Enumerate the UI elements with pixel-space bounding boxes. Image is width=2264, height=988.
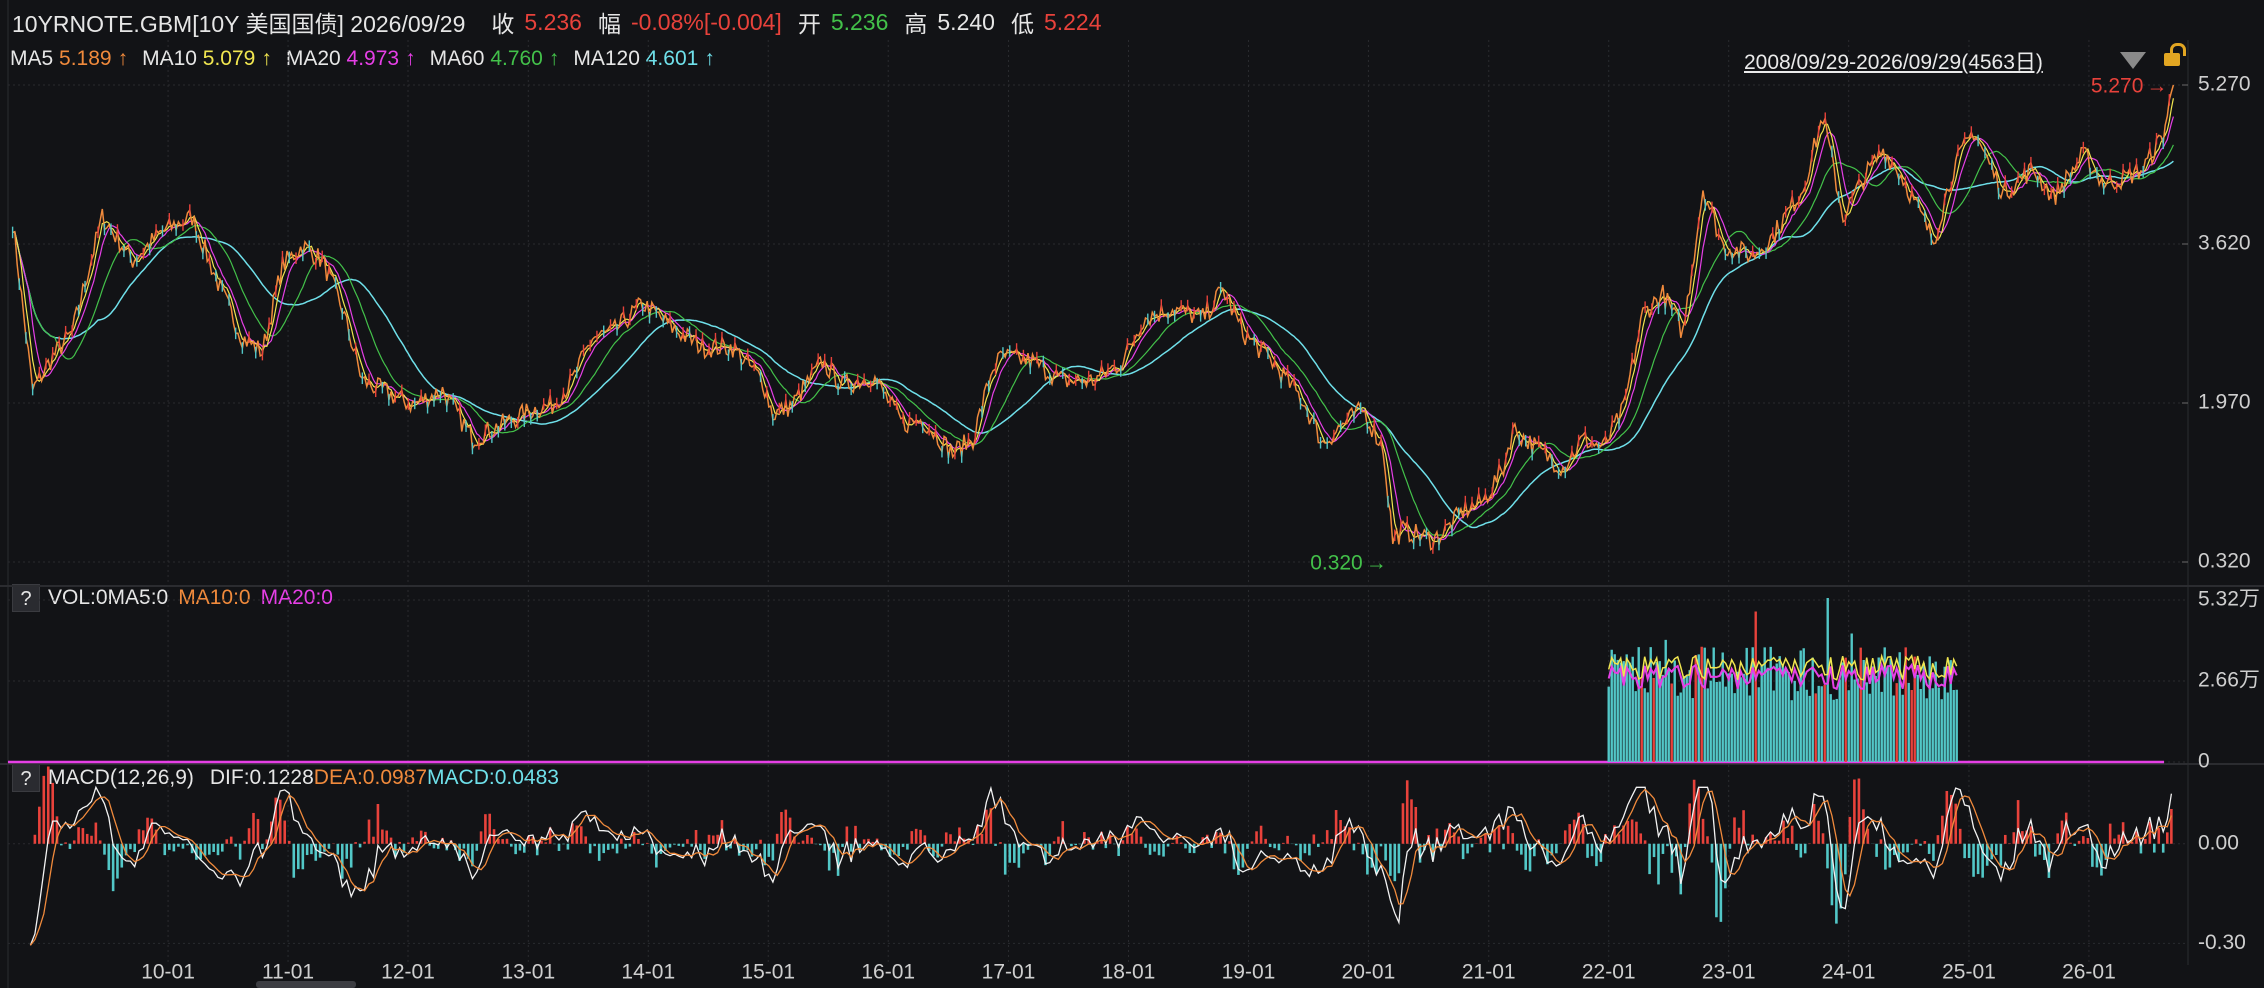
ma-value: 4.601 <box>645 47 699 70</box>
chevron-down-icon[interactable] <box>2120 52 2146 69</box>
ma-value: 4.760 <box>490 47 543 70</box>
high-value: 5.240 <box>937 8 995 35</box>
axes: 10-01 11-01 12-01 13-01 14-01 15-01 16-01 17-01… <box>141 73 2260 984</box>
vol-help-button[interactable]: ? <box>12 584 40 612</box>
date-range-selector[interactable]: 2008/09/29-2026/09/29(4563日) <box>1744 46 2043 76</box>
ma-legend-item: MA10 5.079 ↑ <box>142 47 272 71</box>
ma60-line <box>12 144 2174 537</box>
ma-arrow-icon: ↑ <box>117 47 129 70</box>
ma-value: 4.973 <box>346 47 400 70</box>
open-value: 5.236 <box>830 8 889 35</box>
x-tick-label: 17-01 <box>982 961 1036 984</box>
vol-tick-label: 2.66万 <box>2198 669 2260 692</box>
macd-tick-label: -0.30 <box>2198 931 2246 954</box>
grid <box>0 0 2264 988</box>
close-label: 收 <box>491 11 515 37</box>
macd-panel <box>29 766 2173 946</box>
ma-label: MA120 <box>573 47 646 70</box>
dea-line <box>29 788 2173 946</box>
ma-legend-item: MA20 4.973 ↑ <box>286 47 416 71</box>
change-label: 幅 <box>597 11 621 37</box>
vol-label: VOL:0MA5:0 <box>48 586 169 609</box>
change-value: -0.08%[-0.004] <box>630 8 782 35</box>
low-label: 低 <box>1010 11 1034 37</box>
macd-dea: DEA:0.0987 <box>313 766 428 789</box>
vol-ma-line <box>1607 661 1958 691</box>
horizontal-scrollbar[interactable] <box>256 981 356 988</box>
ma-legend-item: MA60 4.760 ↑ <box>430 47 560 71</box>
ma-label: MA20 <box>285 47 347 70</box>
ma20-line <box>12 116 2174 541</box>
close-value: 5.236 <box>524 8 582 35</box>
x-tick-label: 24-01 <box>1822 961 1876 984</box>
price-line <box>12 84 2175 551</box>
vol-tick-label: 0 <box>2198 750 2210 773</box>
symbol-title: 10YRNOTE.GBM[10Y 美国国债] 2026/09/29 <box>12 11 466 37</box>
dif-line <box>29 785 2173 946</box>
arrow-right-icon: → <box>2146 75 2167 98</box>
ma-label: MA5 <box>10 47 60 70</box>
low-annotation: 0.320 <box>1310 552 1363 575</box>
macd-help-button[interactable]: ? <box>12 764 40 792</box>
ma-legend-item: MA5 5.189 ↑ <box>10 47 128 71</box>
ma-legend: MA5 5.189 ↑ MA10 5.079 ↑ MA20 4.973 ↑ MA60 4.7… <box>10 44 729 74</box>
high-annotation: 5.270 <box>2091 75 2144 98</box>
macd-tick-label: 0.00 <box>2198 831 2239 854</box>
x-tick-label: 20-01 <box>1342 961 1396 984</box>
ma-arrow-icon: ↑ <box>261 47 272 70</box>
y-tick-label: 3.620 <box>2198 232 2251 255</box>
x-tick-label: 16-01 <box>861 961 915 984</box>
arrow-right-icon: → <box>1366 552 1387 575</box>
x-tick-label: 14-01 <box>621 961 675 984</box>
x-tick-label: 13-01 <box>501 961 555 984</box>
ma-label: MA10 <box>142 47 203 70</box>
volume-panel <box>8 597 2164 764</box>
vol-ma20: MA20:0 <box>260 586 333 609</box>
vol-ma10: MA10:0 <box>178 586 251 609</box>
chart-canvas[interactable]: 5.270 →0.320 → 10-01 11-01 12-01 13-01 14-01 15… <box>0 0 2264 988</box>
ma-value: 5.079 <box>202 47 256 70</box>
vol-ma5-line <box>1607 653 1958 681</box>
ma120-line <box>12 160 2174 529</box>
x-tick-label: 19-01 <box>1222 961 1276 984</box>
ma-legend-item: MA120 4.601 ↑ <box>573 47 714 71</box>
x-tick-label: 25-01 <box>1942 961 1996 984</box>
y-tick-label: 5.270 <box>2198 73 2251 96</box>
ma-arrow-icon: ↑ <box>405 47 416 70</box>
x-tick-label: 23-01 <box>1702 961 1756 984</box>
ma10-line <box>12 98 2174 543</box>
y-tick-label: 0.320 <box>2198 550 2251 573</box>
macd-legend: MACD(12,26,9) DIF:0.1228 DEA:0.0987 MACD… <box>48 763 559 793</box>
high-label: 高 <box>904 11 928 37</box>
x-tick-label: 12-01 <box>381 961 435 984</box>
open-label: 开 <box>797 11 821 37</box>
vol-tick-label: 5.32万 <box>2198 588 2260 611</box>
y-tick-label: 1.970 <box>2198 391 2251 414</box>
macd-dif: DIF:0.1228 <box>209 766 314 789</box>
x-tick-label: 22-01 <box>1582 961 1636 984</box>
vol-legend: VOL:0MA5:0 MA10:0 MA20:0 <box>48 583 333 613</box>
x-tick-label: 18-01 <box>1102 961 1156 984</box>
ma-arrow-icon: ↑ <box>548 47 560 70</box>
x-tick-label: 10-01 <box>141 961 195 984</box>
ma-value: 5.189 <box>59 47 112 70</box>
price-panel: 5.270 →0.320 → <box>11 75 2175 575</box>
ma-arrow-icon: ↑ <box>704 47 715 70</box>
macd-macd: MACD:0.0483 <box>427 766 559 789</box>
lock-icon[interactable] <box>2164 43 2186 66</box>
ma-label: MA60 <box>429 47 491 70</box>
quote-header: 10YRNOTE.GBM[10Y 美国国债] 2026/09/29 收 5.23… <box>12 5 1102 39</box>
x-tick-label: 21-01 <box>1462 961 1516 984</box>
x-tick-label: 26-01 <box>2062 961 2116 984</box>
x-tick-label: 15-01 <box>741 961 795 984</box>
macd-label: MACD(12,26,9) <box>48 766 194 789</box>
low-value: 5.224 <box>1043 8 1102 35</box>
